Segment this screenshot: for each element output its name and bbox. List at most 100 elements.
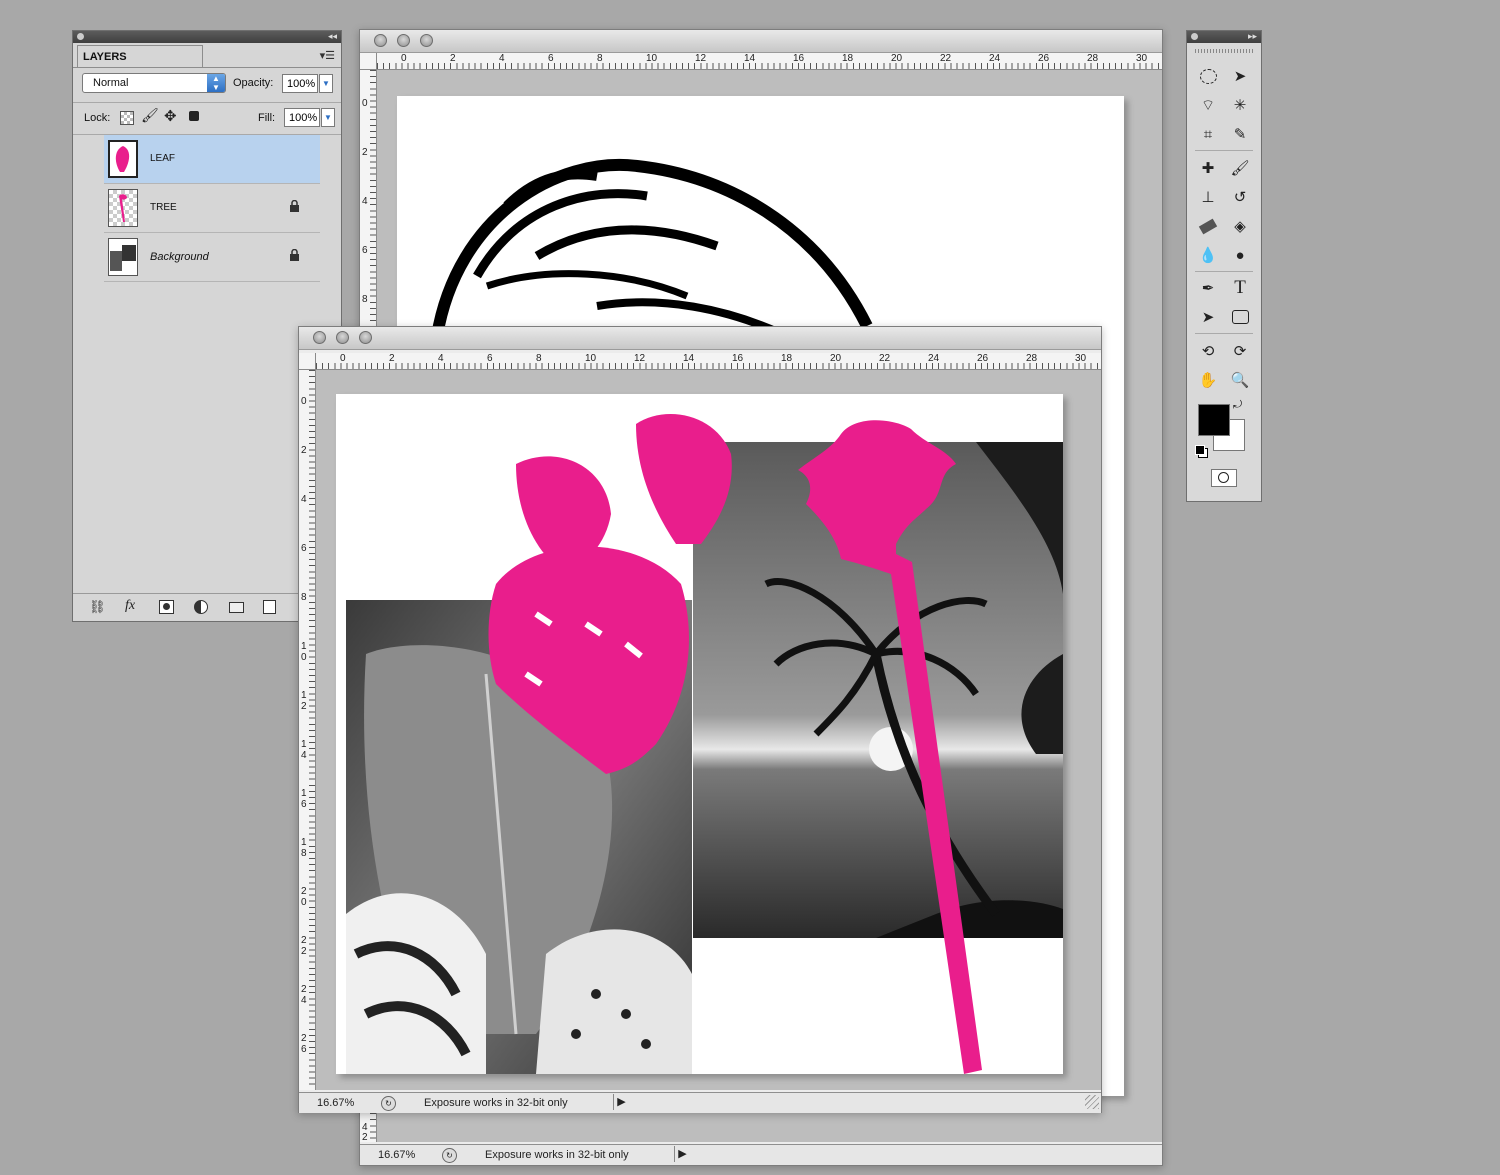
layer-thumbnail-tree [108,189,138,227]
layer-name-tree: TREE [150,202,177,213]
ruler-label: 4 [438,353,444,364]
swap-colors-icon[interactable]: ⤾ [1233,399,1242,412]
front-vertical-ruler[interactable]: 0 2 4 6 8 10 12 14 16 18 20 22 24 26 [299,370,316,1090]
opacity-dropdown-button[interactable]: ▼ [319,74,333,93]
layer-row-leaf[interactable]: LEAF [104,135,320,184]
ruler-label: 2 [389,353,395,364]
quick-mask-button[interactable] [1211,469,1237,487]
type-icon[interactable]: T [1227,276,1253,300]
tool-divider [1195,150,1253,151]
ruler-label: 2 [362,1132,368,1142]
layer-row-background[interactable]: Background [104,233,320,282]
front-document[interactable] [336,394,1063,1074]
lock-label: Lock: [84,112,111,124]
tree-thumbnail-icon [119,194,127,222]
lock-brush-icon[interactable]: 🖌 [141,107,159,124]
brush-icon[interactable]: 🖌 [1227,156,1253,180]
lock-transparent-icon[interactable] [120,111,134,125]
healing-icon[interactable]: ✚ [1195,156,1221,180]
ruler-label: 28 [1026,353,1038,364]
3d-rotate-icon[interactable]: ⟲ [1195,339,1221,363]
zoom-level[interactable]: 16.67% [317,1097,354,1109]
new-layer-icon[interactable] [263,600,276,614]
status-menu-arrow[interactable]: ▶ [613,1094,629,1110]
toolbox-close-icon[interactable] [1191,33,1198,40]
stamp-icon[interactable]: ⊥ [1195,185,1221,209]
type-tool-glyph: T [1234,277,1246,298]
ruler-label: 8 [597,53,603,64]
marquee-icon[interactable] [1195,64,1221,88]
mask-icon[interactable] [159,600,174,614]
default-colors-icon[interactable] [1195,445,1205,455]
resize-grip[interactable] [1085,1095,1099,1109]
status-info-icon[interactable]: ↻ [442,1148,457,1163]
lock-move-icon[interactable]: ✥ [164,107,177,125]
fill-dropdown-button[interactable]: ▼ [321,108,335,127]
pen-icon[interactable]: ✒ [1195,276,1221,300]
fill-input[interactable]: 100% [284,108,320,127]
zoom-icon[interactable]: 🔍 [1227,368,1253,392]
ruler-label: 22 [301,935,307,957]
ruler-label: 0 [362,98,368,109]
panel-collapse-icon[interactable]: ◂◂ [328,31,337,42]
panel-close-icon[interactable] [77,33,84,40]
zoom-level[interactable]: 16.67% [378,1149,415,1161]
link-icon[interactable]: ⛓ [89,599,106,615]
history-brush-icon[interactable]: ↺ [1227,185,1253,209]
layer-row-tree[interactable]: TREE [104,184,320,233]
magic-wand-icon[interactable]: ✳ [1227,93,1253,117]
lock-all-icon[interactable] [189,111,199,121]
status-info-icon[interactable]: ↻ [381,1096,396,1111]
ruler-label: 18 [842,53,854,64]
foreground-color-swatch[interactable] [1198,404,1230,436]
3d-orbit-icon[interactable]: ⟳ [1227,339,1253,363]
ruler-label: 22 [940,53,952,64]
eyedropper-icon[interactable]: ✎ [1227,122,1253,146]
toolbox-grip[interactable] [1195,49,1253,53]
status-menu-arrow[interactable]: ▶ [674,1146,690,1162]
hand-icon[interactable]: ✋ [1195,368,1221,392]
adjustment-icon[interactable] [194,600,208,614]
close-button[interactable] [313,331,326,344]
ruler-label: 30 [1075,353,1087,364]
shape-icon[interactable] [1227,305,1253,329]
tab-layers[interactable]: LAYERS [77,45,203,67]
ruler-label: 20 [301,886,307,908]
panel-menu-icon[interactable]: ▾☰ [320,49,335,62]
zoom-button[interactable] [420,34,433,47]
ruler-label: 0 [301,396,307,407]
toolbox-expand-icon[interactable]: ▸▸ [1248,31,1257,42]
blend-mode-select[interactable]: Normal ▲ ▼ [82,73,226,93]
minimize-button[interactable] [397,34,410,47]
paint-bucket-icon[interactable]: ◈ [1227,214,1253,238]
blur-icon[interactable]: 💧 [1195,243,1221,267]
minimize-button[interactable] [336,331,349,344]
back-horizontal-ruler[interactable]: 0 2 4 6 8 10 12 14 16 18 20 22 24 26 28 … [377,53,1162,70]
tool-divider [1195,271,1253,272]
opacity-input[interactable]: 100% [282,74,318,93]
move-icon[interactable]: ➤ [1227,64,1253,88]
front-horizontal-ruler[interactable]: 0 2 4 6 8 10 12 14 16 18 20 22 24 26 28 … [316,353,1101,370]
lasso-icon[interactable]: ⌔ [1195,93,1221,117]
ruler-label: 30 [1136,53,1148,64]
folder-icon[interactable] [229,602,244,613]
ruler-label: 18 [301,837,307,859]
background-thumbnail-icon [110,245,136,271]
front-document-window: 0 2 4 6 8 10 12 14 16 18 20 22 24 26 28 … [298,326,1102,1113]
ruler-label: 12 [695,53,707,64]
path-select-icon[interactable]: ➤ [1195,305,1221,329]
ruler-label: 4 [301,494,307,505]
crop-icon[interactable]: ⌗ [1195,122,1221,146]
eraser-icon[interactable] [1195,214,1221,238]
zoom-button[interactable] [359,331,372,344]
ruler-label: 2 [301,445,307,456]
ruler-label: 28 [1087,53,1099,64]
ruler-label: 14 [744,53,756,64]
fill-label: Fill: [258,112,276,124]
dodge-icon[interactable]: ● [1227,243,1253,267]
ruler-label: 4 [362,196,368,207]
front-window-titlebar[interactable] [299,327,1101,350]
fx-icon[interactable]: fx [125,598,135,614]
close-button[interactable] [374,34,387,47]
back-window-titlebar[interactable] [360,30,1162,53]
